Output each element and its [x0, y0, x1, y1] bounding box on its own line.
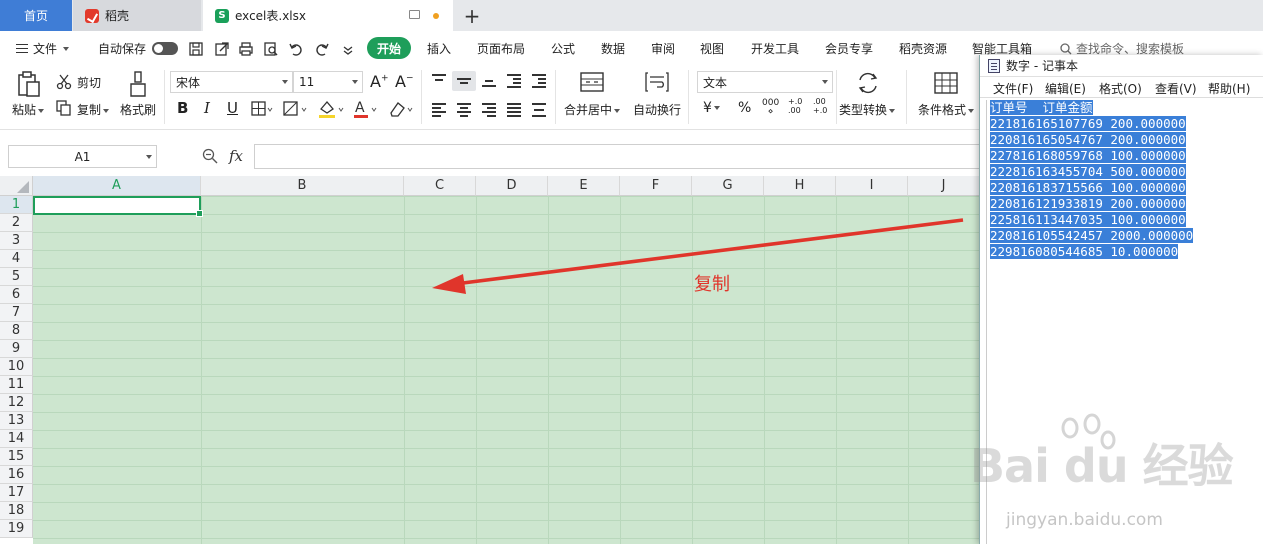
notepad-icon — [988, 58, 1000, 73]
notepad-line-text: 229816080544685 10.000000 — [990, 244, 1179, 259]
notepad-line-text: 227816168059768 100.000000 — [990, 148, 1186, 163]
notepad-line: 220816121933819 200.000000 — [990, 196, 1261, 212]
annotation-copy-label: 复制 — [694, 274, 730, 295]
notepad-line-text: 225816113447035 100.000000 — [990, 212, 1186, 227]
notepad-menu-format[interactable]: 格式(O) — [1099, 80, 1142, 97]
notepad-title: 数字 - 记事本 — [1006, 59, 1078, 73]
notepad-title-bar[interactable]: 数字 - 记事本 — [980, 55, 1263, 77]
notepad-line: 220816183715566 100.000000 — [990, 180, 1261, 196]
search-icon — [1060, 42, 1072, 54]
notepad-menu-help[interactable]: 帮助(H) — [1208, 80, 1250, 97]
notepad-menu-edit[interactable]: 编辑(E) — [1045, 80, 1086, 97]
notepad-line-text: 220816183715566 100.000000 — [990, 180, 1186, 195]
notepad-line: 227816168059768 100.000000 — [990, 148, 1261, 164]
notepad-line: 222816163455704 500.000000 — [990, 164, 1261, 180]
notepad-line-text: 222816163455704 500.000000 — [990, 164, 1186, 179]
notepad-line: 221816165107769 200.000000 — [990, 116, 1261, 132]
notepad-line-text: 220816105542457 2000.000000 — [990, 228, 1194, 243]
notepad-line: 220816165054767 200.000000 — [990, 132, 1261, 148]
notepad-line: 订单号 订单金额 — [990, 100, 1261, 116]
notepad-line: 229816080544685 10.000000 — [990, 244, 1261, 260]
notepad-menu-file[interactable]: 文件(F) — [993, 80, 1033, 97]
notepad-menu-bar: 文件(F) 编辑(E) 格式(O) 查看(V) 帮助(H) — [980, 77, 1263, 98]
notepad-window: 数字 - 记事本 文件(F) 编辑(E) 格式(O) 查看(V) 帮助(H) 订… — [979, 55, 1263, 544]
notepad-line-text: 订单号 订单金额 — [990, 100, 1093, 115]
notepad-line: 225816113447035 100.000000 — [990, 212, 1261, 228]
notepad-line-text: 220816121933819 200.000000 — [990, 196, 1186, 211]
notepad-line-text: 221816165107769 200.000000 — [990, 116, 1186, 131]
arrow-head — [432, 274, 466, 294]
screen: 首页 稻壳 S excel表.xlsx + 文件 自动保存 开始 插入 页面布局… — [0, 0, 1263, 544]
notepad-line-text: 220816165054767 200.000000 — [990, 132, 1186, 147]
notepad-line: 220816105542457 2000.000000 — [990, 228, 1261, 244]
annotation-arrow — [432, 218, 964, 294]
notepad-text-area[interactable]: 订单号 订单金额 221816165107769 200.000000 2208… — [986, 100, 1261, 544]
notepad-menu-view[interactable]: 查看(V) — [1155, 80, 1197, 97]
